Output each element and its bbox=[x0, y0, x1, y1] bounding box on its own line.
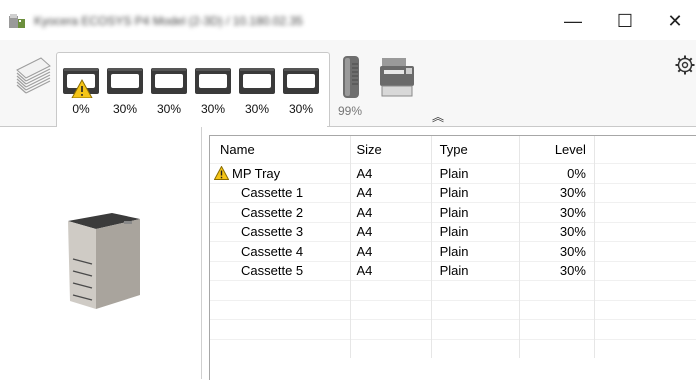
table-row[interactable]: Cassette 2 A4 Plain 30% bbox=[210, 202, 696, 222]
toner-percent: 99% bbox=[338, 104, 363, 118]
printer-device-icon[interactable] bbox=[376, 52, 422, 102]
printer-image bbox=[68, 213, 140, 309]
paper-tray-icon bbox=[195, 68, 231, 94]
column-header-type[interactable]: Type bbox=[431, 136, 520, 164]
paper-tray-icon bbox=[63, 68, 99, 98]
tray-6-percent: 30% bbox=[288, 102, 314, 116]
table-row[interactable]: Cassette 5 A4 Plain 30% bbox=[210, 260, 696, 281]
tray-2-percent: 30% bbox=[112, 102, 138, 116]
tray-1-percent: 0% bbox=[72, 102, 90, 116]
tray-level: 30% bbox=[519, 182, 595, 203]
tray-type: Plain bbox=[431, 241, 520, 261]
tray-name: MP Tray bbox=[232, 165, 281, 181]
tray-type: Plain bbox=[431, 260, 520, 281]
empty-row bbox=[210, 299, 696, 320]
window-title: Kyocera ECOSYS P4 Model (2-3D) / 10.180.… bbox=[34, 14, 303, 28]
chevron-up-icon[interactable]: ︽ bbox=[432, 108, 444, 125]
tray-size: A4 bbox=[350, 163, 432, 183]
column-header-size[interactable]: Size bbox=[350, 136, 432, 164]
tray-level: 30% bbox=[519, 202, 595, 222]
paper-tray-table: Name Size Type Level MP Tray A4 Plain 0% bbox=[209, 135, 696, 380]
paper-tray-icon bbox=[239, 68, 275, 94]
tray-level: 30% bbox=[519, 221, 595, 242]
tray-level: 30% bbox=[519, 241, 595, 261]
tray-type: Plain bbox=[431, 163, 520, 183]
tray-size: A4 bbox=[350, 221, 432, 242]
tray-size: A4 bbox=[350, 202, 432, 222]
title-bar: Kyocera ECOSYS P4 Model (2-3D) / 10.180.… bbox=[0, 0, 696, 40]
tray-size: A4 bbox=[350, 260, 432, 281]
tray-name: Cassette 3 bbox=[241, 224, 304, 240]
paper-stack-icon[interactable] bbox=[14, 54, 52, 96]
tray-name: Cassette 2 bbox=[241, 204, 304, 220]
paper-trays-tab[interactable]: 0% 30% 30% 30% 30% 30% bbox=[56, 52, 330, 127]
tray-name: Cassette 5 bbox=[241, 263, 304, 279]
close-button[interactable]: ✕ bbox=[661, 8, 689, 34]
gear-icon[interactable] bbox=[674, 54, 696, 76]
panel-divider bbox=[201, 127, 202, 379]
tray-level: 30% bbox=[519, 260, 595, 281]
tray-name: Cassette 4 bbox=[241, 243, 304, 259]
empty-row bbox=[210, 280, 696, 300]
tray-name: Cassette 1 bbox=[241, 185, 304, 201]
printer-app-icon bbox=[9, 14, 25, 28]
tray-3-percent: 30% bbox=[156, 102, 182, 116]
maximize-button[interactable]: ☐ bbox=[611, 8, 639, 34]
paper-tray-icon bbox=[107, 68, 143, 94]
tray-size: A4 bbox=[350, 182, 432, 203]
table-row[interactable]: Cassette 4 A4 Plain 30% bbox=[210, 241, 696, 261]
tray-4-percent: 30% bbox=[200, 102, 226, 116]
paper-tray-icon bbox=[151, 68, 187, 94]
tray-type: Plain bbox=[431, 221, 520, 242]
minimize-button[interactable]: — bbox=[559, 8, 587, 34]
empty-row bbox=[210, 319, 696, 339]
warning-triangle-icon bbox=[214, 165, 229, 180]
table-header-row: Name Size Type Level bbox=[210, 136, 696, 164]
tray-5-percent: 30% bbox=[244, 102, 270, 116]
table-row[interactable]: MP Tray A4 Plain 0% bbox=[210, 163, 696, 183]
tray-type: Plain bbox=[431, 202, 520, 222]
table-row[interactable]: Cassette 1 A4 Plain 30% bbox=[210, 182, 696, 203]
empty-row bbox=[210, 338, 696, 358]
tray-size: A4 bbox=[350, 241, 432, 261]
paper-tray-icon bbox=[283, 68, 319, 94]
tray-level: 0% bbox=[519, 163, 595, 183]
column-header-name[interactable]: Name bbox=[210, 136, 351, 164]
tray-type: Plain bbox=[431, 182, 520, 203]
column-header-level[interactable]: Level bbox=[519, 136, 595, 164]
table-row[interactable]: Cassette 3 A4 Plain 30% bbox=[210, 221, 696, 242]
